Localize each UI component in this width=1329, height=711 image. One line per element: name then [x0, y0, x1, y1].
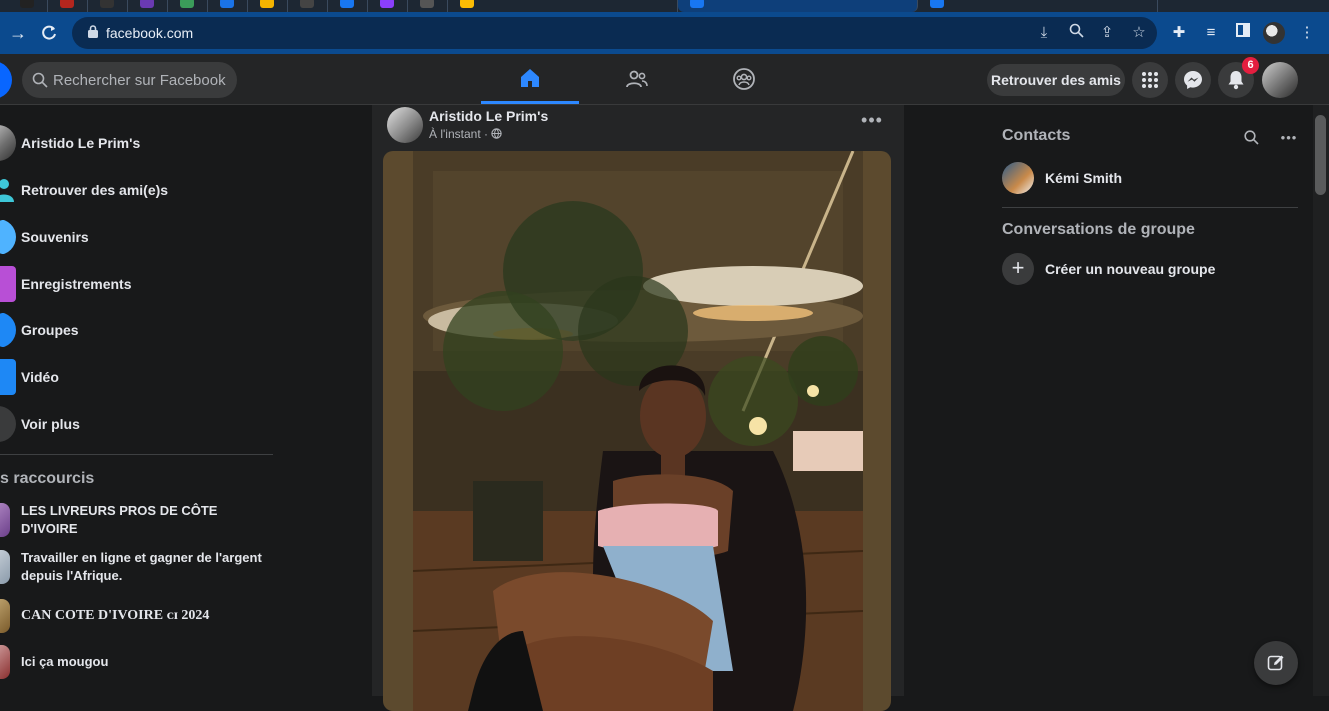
scrollbar-thumb[interactable] — [1315, 115, 1326, 195]
browser-tab-strip — [0, 0, 1329, 12]
grid-icon — [1142, 72, 1158, 88]
media-controls-icon[interactable]: ≡ — [1201, 23, 1221, 43]
browser-tab[interactable] — [48, 0, 88, 12]
shortcut-item[interactable]: CAN CΟTE D'IVOIRE ᴄɪ 2024 — [0, 599, 275, 633]
browser-tab[interactable] — [168, 0, 208, 12]
lock-icon — [88, 25, 98, 38]
groups-icon — [733, 68, 755, 90]
post-author-avatar[interactable] — [387, 107, 423, 143]
shortcut-item[interactable]: LES LIVREURS PROS DE CÔTE D'IVOIRE — [0, 503, 275, 537]
shortcut-thumbnail — [0, 550, 10, 584]
shortcut-thumbnail — [0, 645, 10, 679]
chevron-down-icon — [0, 406, 16, 442]
shortcut-thumbnail — [0, 599, 10, 633]
search-box[interactable] — [22, 62, 237, 98]
bookmark-star-icon[interactable]: ☆ — [1129, 23, 1149, 43]
zoom-icon[interactable] — [1066, 23, 1086, 43]
address-bar[interactable]: facebook.com ⤓ ⇪ ☆ — [72, 17, 1157, 49]
tab-friends[interactable] — [588, 54, 686, 104]
feed-post: Aristido Le Prim's À l'instant · ••• — [372, 105, 904, 711]
messenger-icon — [1184, 71, 1202, 89]
sidebar-item-profile[interactable]: Aristido Le Prim's — [0, 121, 275, 165]
browser-tab[interactable] — [918, 0, 1158, 12]
sidebar-item-find-friends[interactable]: Retrouver des ami(e)s — [0, 168, 275, 212]
shortcuts-heading: s raccourcis — [0, 470, 95, 487]
search-icon — [32, 72, 48, 88]
video-icon — [0, 359, 16, 395]
forward-icon[interactable]: → — [6, 21, 30, 45]
tab-groups[interactable] — [695, 54, 793, 104]
memories-icon — [0, 219, 16, 255]
extensions-icon[interactable]: ✚ — [1169, 23, 1189, 43]
profile-avatar — [0, 125, 16, 161]
search-input[interactable] — [53, 62, 233, 98]
share-icon[interactable]: ⇪ — [1097, 23, 1117, 43]
account-avatar[interactable] — [1262, 62, 1298, 98]
facebook-logo-icon[interactable] — [0, 61, 12, 99]
browser-tab[interactable] — [248, 0, 288, 12]
browser-tab[interactable] — [328, 0, 368, 12]
new-message-button[interactable] — [1254, 641, 1298, 685]
browser-tab[interactable] — [8, 0, 48, 12]
post-author-name[interactable]: Aristido Le Prim's — [429, 108, 548, 124]
side-panel-icon[interactable] — [1233, 23, 1253, 43]
contacts-divider — [1002, 207, 1298, 208]
facebook-header: Retrouver des amis — [0, 54, 1329, 105]
left-sidebar: Aristido Le Prim's Retrouver des ami(e)s… — [0, 105, 280, 696]
shortcut-item[interactable]: Ici ça mougou — [0, 645, 275, 679]
browser-tab[interactable] — [88, 0, 128, 12]
post-options-button[interactable]: ••• — [860, 110, 884, 134]
globe-icon — [491, 128, 503, 139]
menu-grid-button[interactable] — [1132, 62, 1168, 98]
browser-tab[interactable] — [128, 0, 168, 12]
shortcut-item[interactable]: Travailler en ligne et gagner de l'argen… — [0, 549, 275, 585]
contact-avatar — [1002, 162, 1034, 194]
bell-icon — [1228, 71, 1244, 90]
browser-tab[interactable] — [408, 0, 448, 12]
group-conversations-heading: Conversations de groupe — [1002, 221, 1195, 238]
right-sidebar: Contacts ••• Kémi Smith Conversations de… — [1000, 105, 1310, 696]
post-media-frame[interactable] — [383, 151, 891, 711]
browser-menu-icon[interactable]: ⋮ — [1297, 23, 1317, 43]
browser-profile-avatar[interactable] — [1263, 22, 1285, 44]
reload-icon[interactable] — [37, 21, 61, 45]
saved-icon — [0, 266, 16, 302]
sidebar-item-groups[interactable]: Groupes — [0, 308, 275, 352]
photo-image — [413, 151, 863, 711]
page-scrollbar[interactable] — [1313, 105, 1329, 696]
find-friends-button[interactable]: Retrouver des amis — [987, 64, 1125, 96]
browser-tab[interactable] — [288, 0, 328, 12]
post-timestamp[interactable]: À l'instant · — [429, 127, 503, 141]
plus-icon: + — [1002, 253, 1034, 285]
browser-tab[interactable] — [368, 0, 408, 12]
notification-count-badge: 6 — [1242, 57, 1259, 74]
post-photo[interactable] — [413, 151, 863, 711]
sidebar-item-video[interactable]: Vidéo — [0, 355, 275, 399]
browser-tab-active[interactable] — [678, 0, 918, 12]
install-icon[interactable]: ⤓ — [1034, 23, 1054, 43]
friends-icon — [626, 70, 648, 88]
compose-icon — [1267, 655, 1284, 671]
groups-icon — [0, 312, 16, 348]
contacts-search-icon[interactable] — [1237, 123, 1265, 151]
sidebar-divider — [0, 454, 273, 455]
friends-icon — [0, 172, 16, 208]
contacts-heading: Contacts — [1002, 127, 1071, 144]
tab-home[interactable] — [481, 54, 579, 104]
browser-tab[interactable] — [208, 0, 248, 12]
contact-item[interactable]: Kémi Smith — [1002, 160, 1298, 196]
home-icon — [521, 68, 539, 87]
url-text[interactable]: facebook.com — [106, 25, 193, 41]
sidebar-item-memories[interactable]: Souvenirs — [0, 215, 275, 259]
post-time-text: À l'instant · — [429, 127, 492, 141]
shortcut-thumbnail — [0, 503, 10, 537]
sidebar-item-saved[interactable]: Enregistrements — [0, 262, 275, 306]
create-group-button[interactable]: + Créer un nouveau groupe — [1002, 253, 1215, 285]
sidebar-item-see-more[interactable]: Voir plus — [0, 402, 275, 446]
contacts-options-button[interactable]: ••• — [1275, 123, 1303, 151]
browser-tab[interactable] — [448, 0, 678, 12]
browser-toolbar: → facebook.com ⤓ ⇪ ☆ ✚ ≡ ⋮ — [0, 12, 1329, 54]
messenger-button[interactable] — [1175, 62, 1211, 98]
